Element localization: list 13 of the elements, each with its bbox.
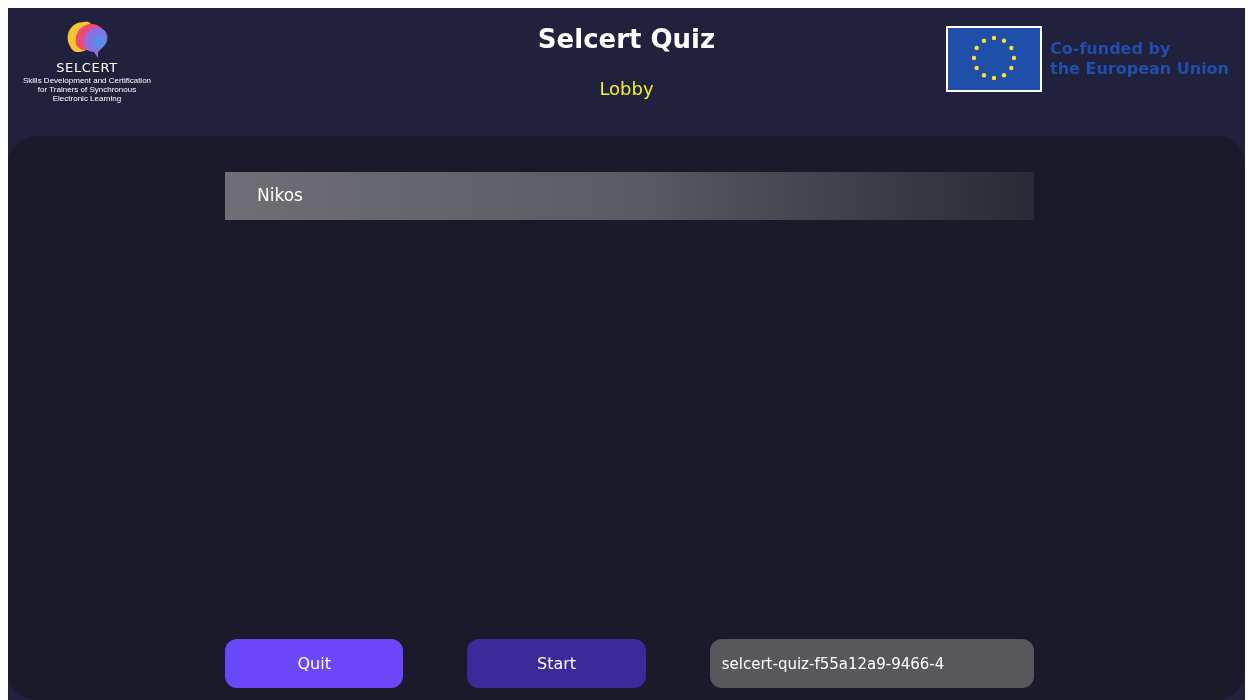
page-subtitle: Lobby [599, 77, 654, 101]
start-button[interactable]: Start [467, 639, 646, 688]
funding-text: Co-funded by [1050, 39, 1172, 59]
logo-tagline: for Trainers of Synchronous [37, 85, 137, 95]
eu-flag-icon [946, 26, 1042, 92]
logo-tagline: Skills Development and Certification [22, 76, 152, 86]
logo-wordmark: SELCERT [56, 60, 118, 77]
player-row: Nikos [225, 172, 1034, 220]
logo-tagline: Electronic Learning [52, 94, 122, 104]
quit-button[interactable]: Quit [225, 639, 404, 688]
room-code-field[interactable]: selcert-quiz-f55a12a9-9466-4 [709, 639, 1034, 688]
page-title: Selcert Quiz [537, 23, 716, 56]
funding-text: the European Union [1050, 59, 1229, 79]
